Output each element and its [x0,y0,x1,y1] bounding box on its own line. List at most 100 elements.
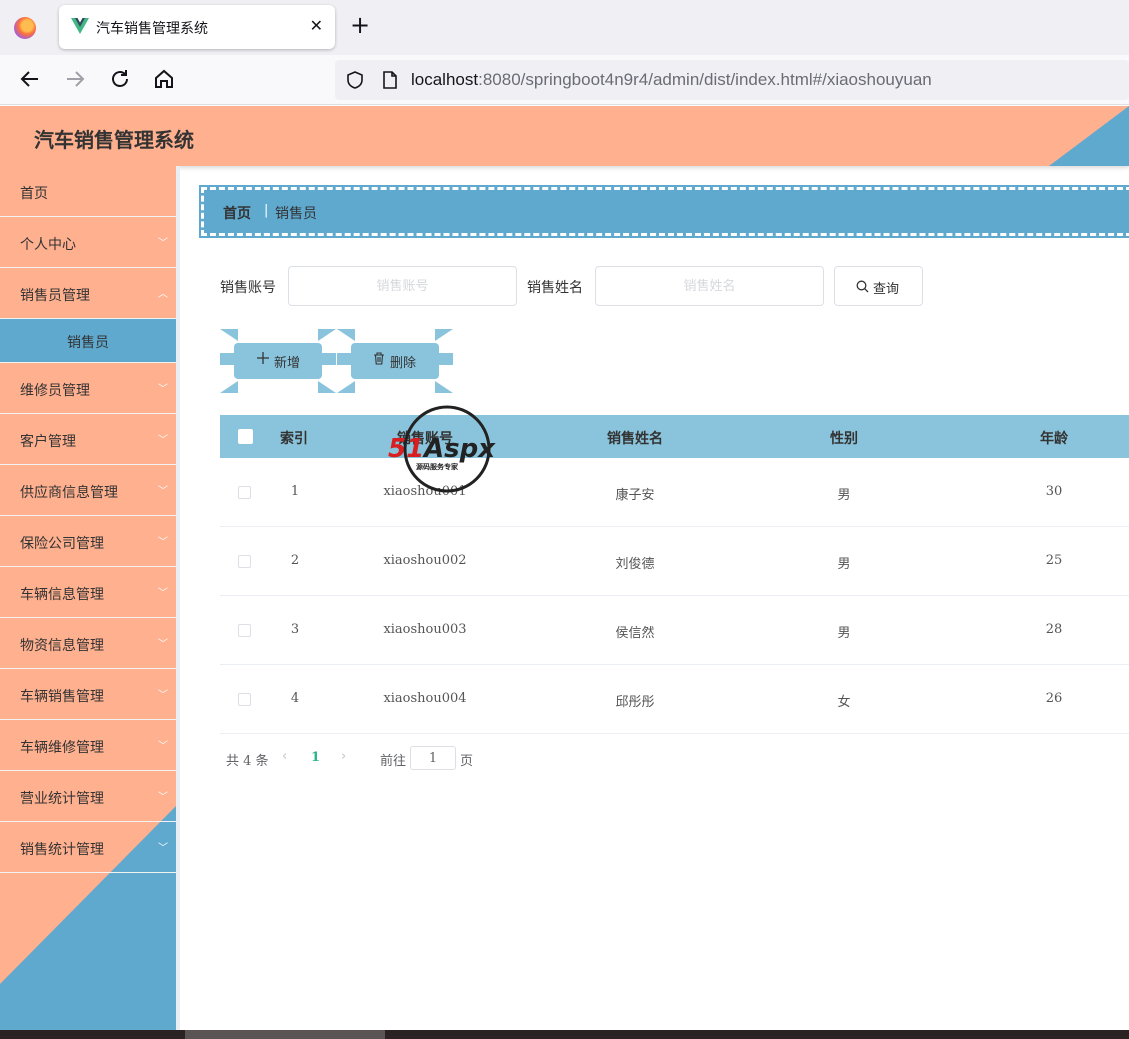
sidebar-item-label: 车辆信息管理 [20,587,104,603]
chevron-down-icon: ﹀ [158,690,168,701]
sidebar: 首页 个人中心 ﹀ 销售员管理 ︿ 销售员 维修员管理 ﹀ 客户管理 ﹀ 供应商… [0,166,176,1030]
table-row[interactable]: 1 xiaoshou001 康子安 男 30 [220,458,1129,527]
sidebar-subitem-salesperson[interactable]: 销售员 [0,319,176,363]
chevron-down-icon: ﹀ [158,843,168,854]
plus-icon [257,352,269,364]
query-button[interactable]: 查询 [834,266,923,306]
horizontal-scrollbar-thumb[interactable] [185,1030,385,1039]
pagination-total: 共 4 条 [226,754,269,769]
chevron-up-icon: ︿ [158,289,168,300]
table-header: 索引 销售账号 销售姓名 性别 年龄 [220,415,1129,458]
cell-index: 1 [290,484,300,499]
cell-index: 3 [290,622,300,637]
account-search-input[interactable] [288,266,517,306]
sidebar-item-vehicle-sales-mgmt[interactable]: 车辆销售管理 ﹀ [0,669,176,720]
select-all-checkbox[interactable] [238,429,253,444]
chevron-down-icon: ﹀ [158,238,168,249]
sidebar-item-label: 销售统计管理 [20,842,104,858]
breadcrumb-separator: | [264,203,269,218]
row-checkbox[interactable] [238,486,251,499]
browser-tab[interactable]: 汽车销售管理系统 ✕ [59,5,335,49]
sidebar-item-supplier-mgmt[interactable]: 供应商信息管理 ﹀ [0,465,176,516]
address-bar[interactable]: localhost:8080/springboot4n9r4/admin/dis… [335,60,1129,100]
sidebar-item-label: 供应商信息管理 [20,485,118,501]
sidebar-item-customer-mgmt[interactable]: 客户管理 ﹀ [0,414,176,465]
delete-button-label: 删除 [390,356,417,371]
watermark-logo: 51 Aspx 源码服务专家 [388,405,496,493]
sidebar-item-home[interactable]: 首页 [0,166,176,217]
sidebar-item-sales-stats[interactable]: 销售统计管理 ﹀ [0,822,176,873]
sidebar-item-vehicle-repair-mgmt[interactable]: 车辆维修管理 ﹀ [0,720,176,771]
pagination-page-unit: 页 [460,754,474,769]
cell-account: xiaoshou002 [383,553,467,568]
chevron-down-icon: ﹀ [158,384,168,395]
svg-text:Aspx: Aspx [422,434,496,464]
bottom-taskbar-strip [0,1030,1129,1039]
sidebar-item-vehicle-mgmt[interactable]: 车辆信息管理 ﹀ [0,567,176,618]
column-header-name: 销售姓名 [607,431,663,447]
shield-icon[interactable] [345,70,365,90]
cell-name: 康子安 [615,488,655,503]
firefox-icon[interactable] [14,17,36,39]
query-button-label: 查询 [873,282,900,297]
sidebar-item-revenue-stats[interactable]: 营业统计管理 ﹀ [0,771,176,822]
header-corner-decoration [1049,106,1129,166]
sidebar-item-salesperson-mgmt[interactable]: 销售员管理 ︿ [0,268,176,319]
chevron-down-icon: ﹀ [158,588,168,599]
breadcrumb-home[interactable]: 首页 [223,203,251,223]
column-header-age: 年龄 [1040,431,1068,447]
new-tab-icon[interactable]: + [350,13,370,37]
browser-nav-bar: localhost:8080/springboot4n9r4/admin/dis… [0,55,1129,105]
sidebar-item-label: 个人中心 [20,237,76,253]
chevron-down-icon: ﹀ [158,792,168,803]
svg-text:51: 51 [388,434,424,464]
url-text[interactable]: localhost:8080/springboot4n9r4/admin/dis… [411,70,932,90]
sidebar-item-label: 销售员管理 [20,288,90,304]
add-button-label: 新增 [274,356,301,371]
cell-account: xiaoshou003 [383,622,467,637]
chevron-left-icon[interactable]: ‹ [282,749,287,764]
pagination-current-page[interactable]: 1 [311,750,320,765]
name-search-input[interactable] [595,266,824,306]
close-tab-icon[interactable]: ✕ [310,16,323,35]
cell-age: 25 [1045,553,1063,568]
cell-index: 2 [290,553,300,568]
home-icon[interactable] [152,67,176,91]
chevron-down-icon: ﹀ [158,537,168,548]
sidebar-item-material-mgmt[interactable]: 物资信息管理 ﹀ [0,618,176,669]
sidebar-item-insurance-mgmt[interactable]: 保险公司管理 ﹀ [0,516,176,567]
tab-title: 汽车销售管理系统 [96,21,208,37]
column-header-index: 索引 [280,431,308,447]
sidebar-menu: 首页 个人中心 ﹀ 销售员管理 ︿ 销售员 维修员管理 ﹀ 客户管理 ﹀ 供应商… [0,166,176,873]
salesperson-table: 索引 销售账号 销售姓名 性别 年龄 1 xiaoshou001 康子安 男 3… [220,415,1129,734]
sidebar-item-profile[interactable]: 个人中心 ﹀ [0,217,176,268]
back-arrow-icon[interactable] [18,67,42,91]
table-row[interactable]: 4 xiaoshou004 邱彤彤 女 26 [220,665,1129,734]
row-checkbox[interactable] [238,555,251,568]
trash-icon [374,352,384,365]
forward-arrow-icon[interactable] [63,67,87,91]
pagination-goto-input[interactable] [410,746,456,770]
table-row[interactable]: 3 xiaoshou003 侯信然 男 28 [220,596,1129,665]
row-checkbox[interactable] [238,693,251,706]
chevron-right-icon[interactable]: › [341,749,346,764]
reload-icon[interactable] [108,67,132,91]
sidebar-item-repairer-mgmt[interactable]: 维修员管理 ﹀ [0,363,176,414]
row-checkbox[interactable] [238,624,251,637]
cell-name: 邱彤彤 [615,695,655,710]
add-button[interactable]: 新增 [220,329,336,393]
sidebar-item-label: 销售员 [67,335,109,351]
chevron-down-icon: ﹀ [158,486,168,497]
url-host: localhost [411,70,479,89]
sidebar-item-label: 营业统计管理 [20,791,104,807]
delete-button[interactable]: 删除 [337,329,453,393]
cell-age: 26 [1045,691,1063,706]
sidebar-item-label: 车辆销售管理 [20,689,104,705]
cell-gender: 女 [837,695,851,710]
page-icon [383,71,397,89]
pagination-goto-label: 前往 [380,754,407,769]
chevron-down-icon: ﹀ [158,741,168,752]
sidebar-item-label: 客户管理 [20,434,76,450]
table-row[interactable]: 2 xiaoshou002 刘俊德 男 25 [220,527,1129,596]
cell-gender: 男 [837,626,851,641]
